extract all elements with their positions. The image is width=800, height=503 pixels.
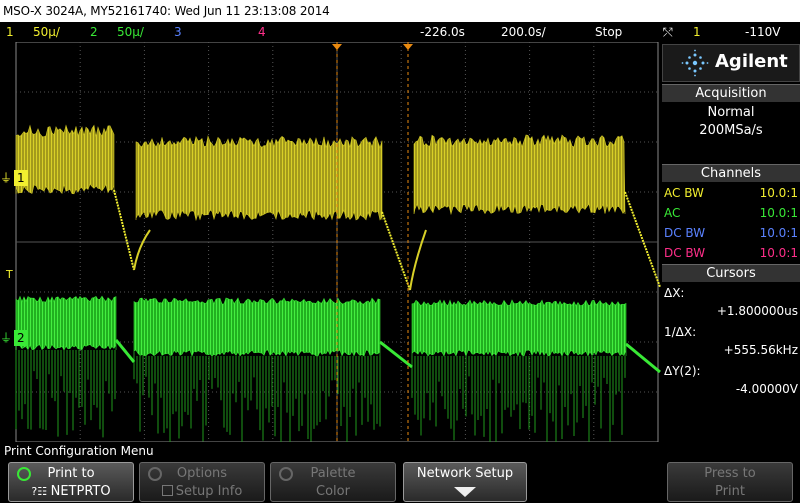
spark-icon (681, 49, 709, 77)
submenu-arrow-icon (454, 487, 476, 497)
cursor-dy-value: -4.00000V (735, 382, 798, 396)
channels-header[interactable]: Channels (662, 164, 800, 182)
ch2-trace-segment (411, 299, 627, 357)
network-setup-softkey[interactable]: Network Setup (403, 462, 527, 502)
channel-coupling: DC BW (664, 226, 706, 240)
ch1-number[interactable]: 1 (6, 22, 14, 42)
channel-row-4[interactable]: DC BW 10.0:1 (662, 244, 800, 262)
acquisition-mode: Normal (707, 105, 755, 120)
softkey-bar: Print to ?☷ NETPRTO Options Setup Info P… (0, 460, 800, 503)
ch1-ground-marker[interactable]: ⏚ 1 (0, 170, 32, 186)
side-panel: Agilent Acquisition Normal 200MSa/s Chan… (662, 42, 800, 442)
timebase-value[interactable]: 200.0s/ (501, 22, 546, 42)
ch2-marker-label: 2 (14, 330, 28, 346)
options-label: Options (176, 466, 228, 481)
sample-rate: 200MSa/s (699, 123, 763, 138)
brand-name: Agilent (715, 51, 788, 72)
trigger-level-marker[interactable]: T (6, 268, 13, 281)
run-state[interactable]: Stop (595, 22, 622, 42)
cursor-inv-dx-value: +555.56kHz (723, 343, 798, 357)
trigger-edge-icon: ⤲ (663, 25, 673, 39)
channel-coupling: AC (664, 206, 681, 220)
print-label: Print (715, 484, 745, 499)
ground-icon: ⏚ (0, 331, 13, 345)
ch2-ground-marker[interactable]: ⏚ 2 (0, 330, 32, 346)
cursor-dy-value-row: -4.00000V (662, 380, 800, 398)
ch1-trace-segment (413, 134, 626, 216)
waveform-grid (15, 42, 661, 442)
trigger-level[interactable]: -110V (745, 22, 780, 42)
brand-logo: Agilent (662, 44, 800, 82)
options-softkey[interactable]: Options Setup Info (139, 462, 265, 502)
ground-icon: ⏚ (0, 171, 13, 185)
print-to-softkey[interactable]: Print to ?☷ NETPRTO (8, 462, 134, 502)
palette-softkey[interactable]: Palette Color (270, 462, 396, 502)
network-icon: ?☷ (31, 485, 51, 498)
print-to-value: ?☷ NETPRTO (9, 484, 133, 499)
cursor-inv-dx-label: 1/ΔX: (664, 325, 697, 339)
network-setup-label: Network Setup (416, 466, 514, 481)
print-to-label: Print to (47, 466, 95, 481)
channel-row-2[interactable]: AC 10.0:1 (662, 204, 800, 222)
cursor-dx-label: ΔX: (664, 286, 685, 300)
channel-probe-ratio: 10.0:1 (759, 226, 798, 240)
palette-label: Palette (310, 466, 356, 481)
trigger-source[interactable]: 1 (693, 22, 701, 42)
palette-value: Color (316, 484, 350, 499)
channel-coupling: AC BW (664, 186, 704, 200)
ch2-number[interactable]: 2 (90, 22, 98, 42)
setup-info-option: Setup Info (140, 484, 264, 499)
ch2-trace-segment (133, 297, 381, 357)
channel-row-3[interactable]: DC BW 10.0:1 (662, 224, 800, 242)
title-bar: MSO-X 3024A, MY52161740: Wed Jun 11 23:1… (0, 0, 800, 22)
channel-probe-ratio: 10.0:1 (759, 186, 798, 200)
cursor-dx-value-row: +1.800000us (662, 302, 800, 320)
checkbox-icon (161, 485, 173, 496)
ch1-marker-label: 1 (14, 170, 28, 186)
cursor-inv-dx-value-row: +555.56kHz (662, 341, 800, 359)
ch2-scale[interactable]: 50μ/ (117, 22, 144, 42)
ch3-number[interactable]: 3 (174, 22, 182, 42)
waveform-display[interactable]: ⏚ 1 T ⏚ 2 (0, 42, 662, 442)
trigger-marker-label: T (6, 268, 13, 281)
cursor-dy-label: ΔY(2): (664, 364, 701, 378)
status-bar: 1 50μ/ 2 50μ/ 3 4 -226.0s 200.0s/ Stop ⤲… (0, 22, 800, 42)
channel-probe-ratio: 10.0:1 (759, 246, 798, 260)
cursor-dy-label-row: ΔY(2): (662, 362, 800, 380)
press-to-label: Press to (704, 466, 756, 481)
cursor-dx-label-row: ΔX: (662, 284, 800, 302)
channel-coupling: DC BW (664, 246, 706, 260)
menu-title: Print Configuration Menu (0, 442, 800, 460)
printer-name: NETPRTO (50, 484, 111, 499)
channel-probe-ratio: 10.0:1 (759, 206, 798, 220)
channel-row-1[interactable]: AC BW 10.0:1 (662, 184, 800, 202)
cursor-inv-dx-label-row: 1/ΔX: (662, 323, 800, 341)
ch4-number[interactable]: 4 (258, 22, 266, 42)
title-text: MSO-X 3024A, MY52161740: Wed Jun 11 23:1… (3, 4, 330, 18)
cursor-dx-value: +1.800000us (716, 304, 798, 318)
setup-info-label: Setup Info (175, 484, 243, 499)
delay-value[interactable]: -226.0s (420, 22, 465, 42)
acquisition-header[interactable]: Acquisition (662, 84, 800, 102)
cursors-header[interactable]: Cursors (662, 264, 800, 282)
press-to-print-softkey[interactable]: Press to Print (667, 462, 793, 502)
ch1-trace-segment (135, 135, 383, 222)
ch1-scale[interactable]: 50μ/ (33, 22, 60, 42)
